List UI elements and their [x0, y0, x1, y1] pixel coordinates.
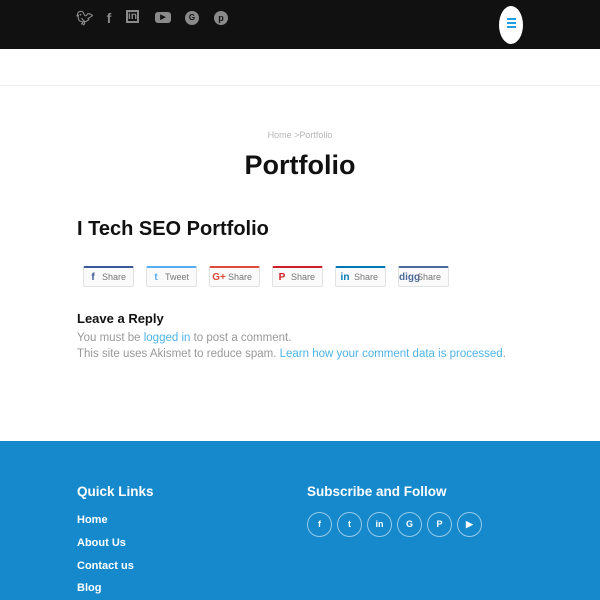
share-button[interactable]: in Share — [335, 266, 386, 287]
footer: Quick Links Home About Us Contact us Blo… — [0, 441, 600, 600]
footer-linkedin-icon[interactable]: in — [367, 512, 392, 537]
share-icon: in — [340, 271, 350, 283]
share-icon: P — [278, 271, 286, 283]
footer-link-home[interactable]: Home — [77, 514, 108, 526]
footer-youtube-icon[interactable]: ▶ — [457, 512, 482, 537]
share-label: Share — [291, 272, 316, 282]
footer-pinterest-icon[interactable]: P — [427, 512, 452, 537]
page-title: Portfolio — [244, 150, 356, 180]
footer-link-about[interactable]: About Us — [77, 537, 126, 549]
login-link[interactable]: logged in — [144, 332, 191, 344]
share-button[interactable]: G+ Share — [209, 266, 260, 287]
share-icon: digg — [399, 271, 421, 283]
share-icon: t — [154, 271, 158, 283]
footer-google-plus-icon[interactable]: G — [397, 512, 422, 537]
youtube-icon[interactable]: ▶ — [155, 12, 171, 23]
hamburger-icon — [507, 18, 516, 20]
nav-strip — [0, 49, 600, 86]
login-notice: You must be logged in to post a comment. — [77, 332, 291, 344]
breadcrumb-home[interactable]: Home — [268, 130, 292, 140]
share-icon: f — [91, 271, 95, 283]
footer-twitter-icon[interactable]: t — [337, 512, 362, 537]
share-label: Share — [228, 272, 253, 282]
post-title: I Tech SEO Portfolio — [77, 218, 269, 240]
linkedin-icon[interactable]: in — [126, 10, 139, 23]
share-button[interactable]: t Tweet — [146, 266, 197, 287]
share-button[interactable]: digg Share — [398, 266, 449, 287]
share-label: Share — [354, 272, 379, 282]
facebook-icon[interactable]: f — [101, 10, 117, 26]
breadcrumb-current: Portfolio — [299, 130, 333, 140]
share-label: Share — [417, 272, 442, 282]
share-icon: G+ — [212, 271, 226, 283]
twitter-icon[interactable]: 🐦︎ — [76, 10, 94, 26]
menu-button[interactable] — [499, 6, 523, 44]
google-plus-icon[interactable]: G — [185, 11, 199, 25]
akismet-notice: This site uses Akismet to reduce spam. L… — [77, 348, 506, 360]
hamburger-line — [507, 26, 516, 28]
comments-heading: Leave a Reply — [77, 311, 164, 326]
share-label: Share — [102, 272, 127, 282]
akismet-link[interactable]: Learn how your comment data is processed — [280, 348, 503, 360]
text: to post a comment. — [190, 332, 292, 344]
footer-link-contact[interactable]: Contact us — [77, 560, 134, 572]
text: . — [502, 348, 506, 360]
subscribe-title: Subscribe and Follow — [307, 484, 447, 499]
text: You must be — [77, 332, 144, 344]
share-button[interactable]: P Share — [272, 266, 323, 287]
pinterest-icon[interactable]: p — [214, 11, 228, 25]
quick-links-title: Quick Links — [77, 484, 154, 499]
share-label: Tweet — [165, 272, 190, 282]
hamburger-line — [507, 22, 516, 24]
footer-link-blog[interactable]: Blog — [77, 582, 101, 594]
text: This site uses Akismet to reduce spam. — [77, 348, 280, 360]
footer-facebook-icon[interactable]: f — [307, 512, 332, 537]
breadcrumb: Home >Portfolio — [0, 130, 600, 140]
top-bar: 🐦︎ f in ▶ G p — [0, 0, 600, 49]
share-button[interactable]: f Share — [83, 266, 134, 287]
